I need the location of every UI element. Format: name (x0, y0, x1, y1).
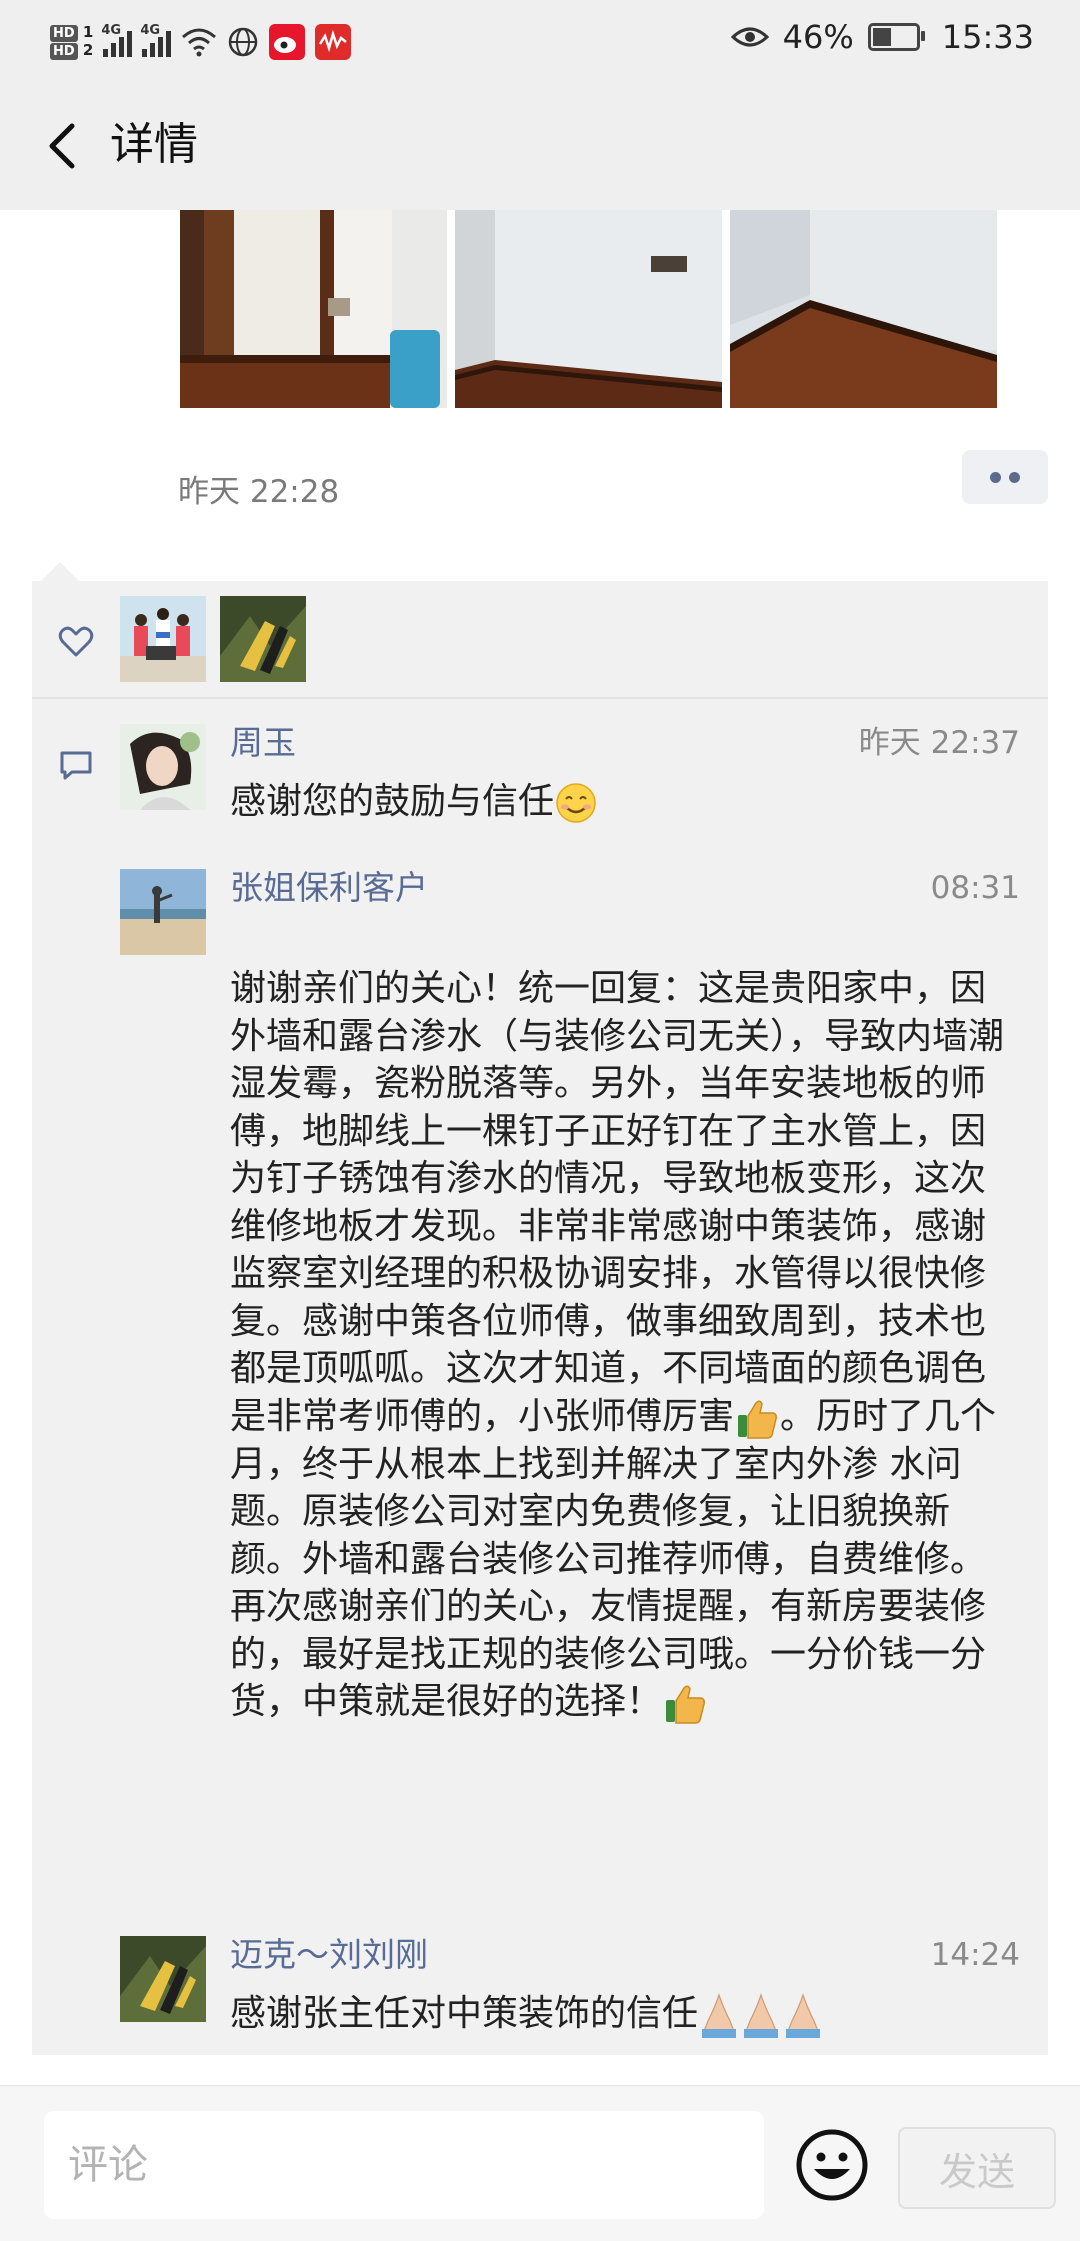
comment-item[interactable]: 迈克～刘刘刚 14:24 感谢张主任对中策装饰的信任 (120, 1935, 1020, 2038)
page-title: 详情 (110, 119, 198, 170)
comment-icon (60, 751, 92, 780)
eye-comfort-icon (730, 27, 769, 47)
post-time: 昨天 22:28 (178, 474, 340, 510)
status-icons-left: HD 1 HD 2 4G 4G (50, 12, 352, 72)
smile-emoji-icon (556, 783, 596, 823)
comment-input-bar: 发送 (0, 2085, 1080, 2241)
like-avatar-2[interactable] (220, 596, 306, 682)
post-photo-2[interactable] (455, 210, 722, 408)
comment-text: 感谢张主任对中策装饰的信任 (230, 1990, 1020, 2039)
comment-input[interactable] (44, 2111, 764, 2219)
clock: 15:33 (941, 18, 1034, 56)
status-bar: HD 1 HD 2 4G 4G 46% 15:33 (0, 0, 1080, 82)
sim-indicator: HD 1 HD 2 (50, 24, 93, 60)
header: 详情 (0, 82, 1080, 210)
music-app-icon (315, 24, 352, 60)
avatar[interactable] (120, 724, 206, 810)
more-actions-button[interactable] (962, 450, 1048, 504)
comment-item[interactable]: 张姐保利客户 08:31 谢谢亲们的关心！统一回复：这是贵阳家中，因外墙和露台渗… (120, 868, 1020, 1849)
wifi-icon (182, 28, 217, 57)
send-button[interactable]: 发送 (898, 2127, 1056, 2209)
battery-percent: 46% (782, 18, 854, 56)
comment-author[interactable]: 张姐保利客户 (230, 865, 428, 911)
post-photo-3[interactable] (730, 210, 997, 408)
avatar[interactable] (120, 869, 206, 955)
comment-author[interactable]: 迈克～刘刘刚 (230, 1932, 428, 1978)
status-icons-right: 46% 15:33 (730, 18, 1034, 56)
comment-time: 08:31 (930, 870, 1020, 906)
like-avatar-1[interactable] (120, 596, 206, 682)
back-icon[interactable] (30, 110, 100, 180)
praying-hands-emoji-icon (702, 1993, 821, 2038)
emoji-icon[interactable] (794, 2127, 870, 2203)
likes-row (32, 581, 1048, 697)
comments-panel: 周玉 昨天 22:37 感谢您的鼓励与信任 张姐保利客户 08:31 谢谢亲们的… (32, 581, 1048, 2055)
comment-time: 14:24 (930, 1937, 1020, 1973)
avatar[interactable] (120, 1936, 206, 2022)
divider (32, 697, 1048, 699)
comment-time: 昨天 22:37 (858, 725, 1020, 761)
battery-icon (867, 23, 925, 51)
signal-icon: 4G (101, 23, 133, 57)
comment-author[interactable]: 周玉 (230, 720, 296, 766)
heart-icon (58, 626, 94, 657)
comment-text: 谢谢亲们的关心！统一回复：这是贵阳家中，因外墙和露台渗水（与装修公司无关），导致… (230, 965, 1020, 1726)
comment-item[interactable]: 周玉 昨天 22:37 感谢您的鼓励与信任 (120, 723, 1020, 823)
weibo-app-icon (269, 24, 306, 60)
thumbs-up-emoji-icon (666, 1685, 705, 1724)
post-photo-1[interactable] (180, 210, 447, 408)
panel-arrow (40, 562, 80, 582)
globe-icon (229, 27, 258, 57)
signal-icon-2: 4G (140, 23, 172, 57)
comment-text: 感谢您的鼓励与信任 (230, 778, 1020, 826)
thumbs-up-emoji-icon (738, 1400, 777, 1439)
